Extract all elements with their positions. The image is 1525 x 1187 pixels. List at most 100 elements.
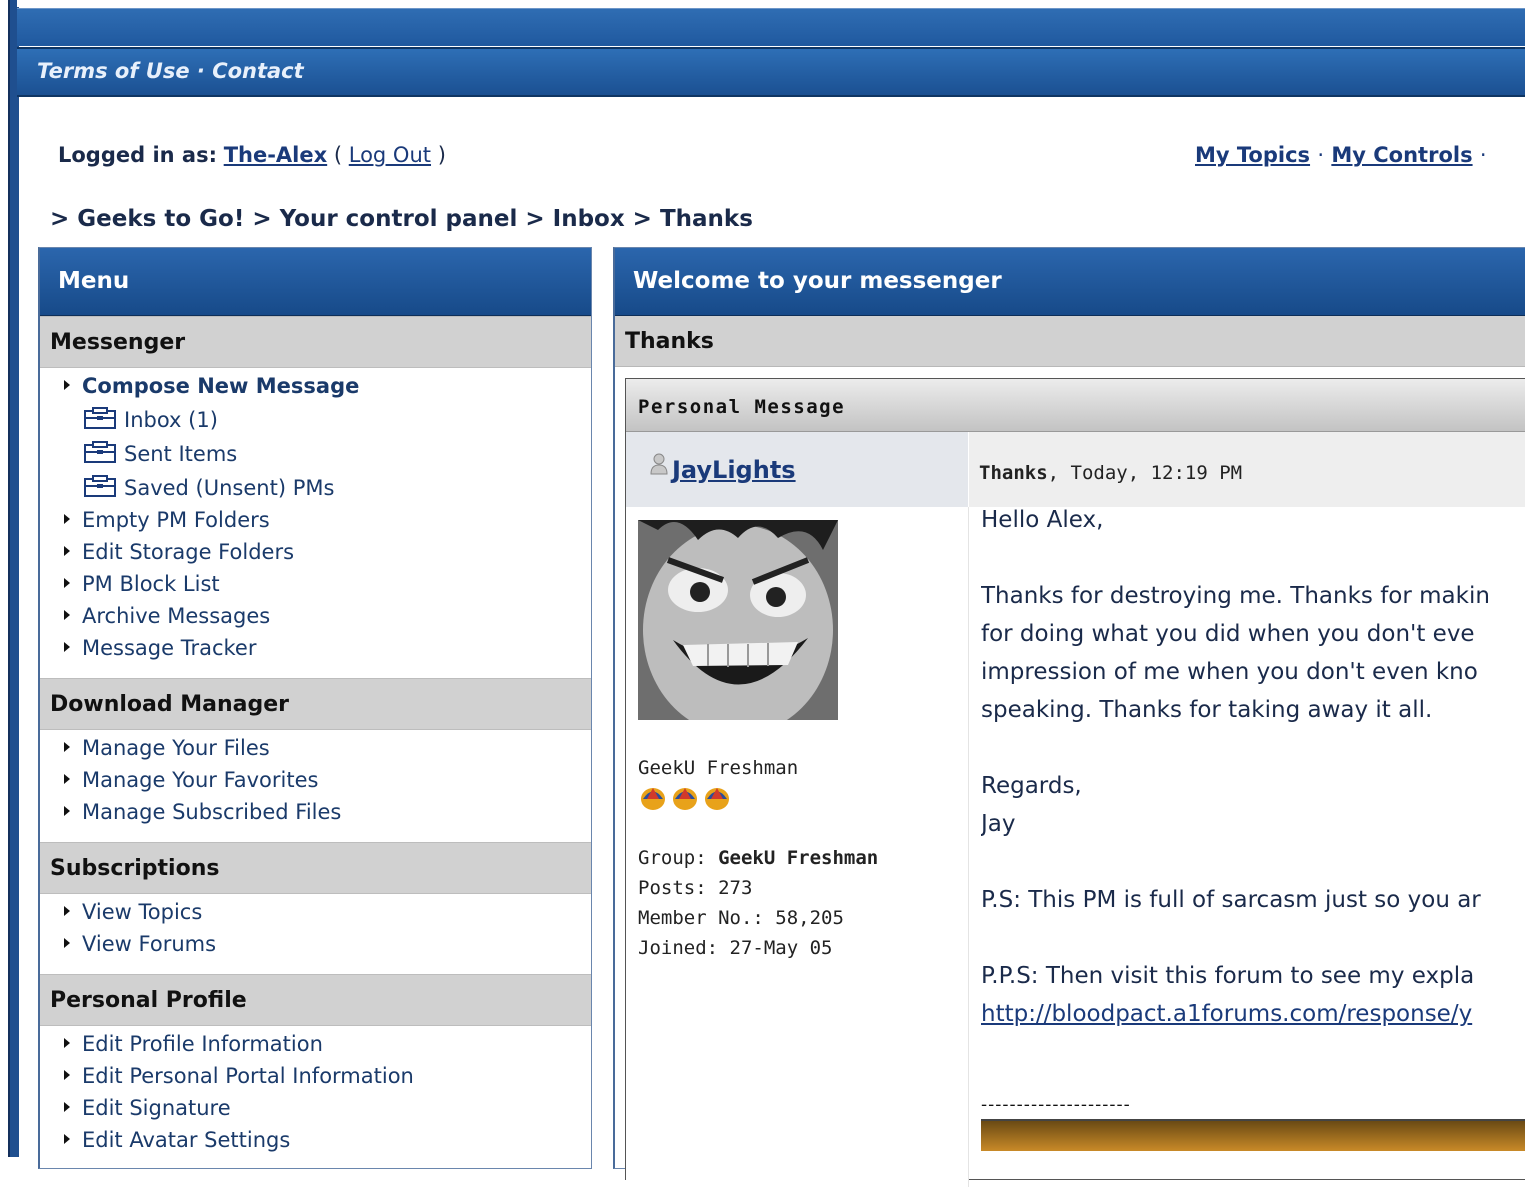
message-line: Regards, [981, 773, 1082, 799]
personal-message-title: Personal Message [638, 396, 846, 418]
pm-block-list-link[interactable]: PM Block List [64, 572, 220, 602]
folder-inbox[interactable]: Inbox (1) [84, 407, 218, 438]
my-topics-link[interactable]: My Topics [1195, 143, 1310, 167]
edit-avatar-link[interactable]: Edit Avatar Settings [64, 1128, 290, 1158]
profile-menu: Edit Profile Information Edit Personal P… [40, 1026, 591, 1166]
message-date: , Today, 12:19 PM [1047, 462, 1243, 484]
member-number: Member No.: 58,205 [638, 907, 844, 929]
signature-divider: --------------------- [981, 1095, 1131, 1115]
link-separator: · [1317, 143, 1325, 167]
manage-favorites-link[interactable]: Manage Your Favorites [64, 768, 318, 798]
message-line: Jay [981, 811, 1016, 837]
messenger-panel: Welcome to your messenger Thanks Persona… [613, 247, 1525, 1187]
message-line: P.S: This PM is full of sarcasm just so … [981, 887, 1481, 913]
edit-signature-link[interactable]: Edit Signature [64, 1096, 231, 1126]
view-topics-link[interactable]: View Topics [64, 900, 202, 930]
bullet-arrow-icon [64, 1102, 70, 1112]
bullet-arrow-icon [64, 1134, 70, 1144]
user-icon [650, 453, 668, 475]
message-line: speaking. Thanks for taking away it all. [981, 697, 1433, 723]
message-title: Thanks [979, 462, 1048, 484]
messenger-section-header: Messenger [40, 316, 591, 368]
header-band [17, 8, 1525, 46]
bullet-arrow-icon [64, 578, 70, 588]
top-banner-remnant [17, 0, 1525, 7]
bullet-arrow-icon [64, 642, 70, 652]
breadcrumb[interactable]: > Geeks to Go! > Your control panel > In… [50, 206, 753, 232]
member-posts: Posts: 273 [638, 877, 753, 899]
bullet-arrow-icon [64, 1070, 70, 1080]
personal-profile-section-header: Personal Profile [40, 974, 591, 1026]
view-forums-link[interactable]: View Forums [64, 932, 216, 962]
avatar-image [638, 520, 838, 720]
bullet-arrow-icon [64, 380, 70, 390]
folder-sent[interactable]: Sent Items [84, 441, 237, 472]
member-rank: GeekU Freshman [638, 757, 799, 779]
page-left-rail [8, 0, 19, 1157]
compose-message-link[interactable]: Compose New Message [64, 374, 359, 404]
message-line: P.P.S: Then visit this forum to see my e… [981, 963, 1475, 989]
bullet-arrow-icon [64, 742, 70, 752]
edit-portal-link[interactable]: Edit Personal Portal Information [64, 1064, 414, 1094]
user-links: My Topics · My Controls · [1195, 143, 1487, 167]
messenger-menu: Compose New Message Inbox (1) Sent Items… [40, 368, 591, 678]
terms-of-use-link[interactable]: Terms of Use [37, 59, 190, 83]
rank-pips-icon [641, 788, 729, 810]
empty-folders-link[interactable]: Empty PM Folders [64, 508, 270, 538]
messenger-header: Welcome to your messenger [615, 248, 1525, 316]
my-controls-link[interactable]: My Controls [1331, 143, 1472, 167]
message-date-cell: Thanks, Today, 12:19 PM [969, 432, 1525, 507]
bullet-arrow-icon [64, 806, 70, 816]
personal-message-header: Personal Message [626, 379, 1525, 432]
subscriptions-title: Subscriptions [50, 856, 220, 881]
member-joined: Joined: 27-May 05 [638, 937, 833, 959]
message-line: for doing what you did when you don't ev… [981, 621, 1475, 647]
subscriptions-menu: View Topics View Forums [40, 894, 591, 974]
message-tracker-link[interactable]: Message Tracker [64, 636, 256, 666]
edit-storage-folders-link[interactable]: Edit Storage Folders [64, 540, 294, 570]
author-cell: JayLights [626, 432, 969, 507]
messenger-title: Welcome to your messenger [633, 268, 1002, 294]
logged-in-status: Logged in as: The-Alex ( Log Out ) [58, 143, 446, 167]
message-line: Hello Alex, [981, 507, 1104, 533]
page-edge [0, 0, 8, 1157]
subscriptions-section-header: Subscriptions [40, 842, 591, 894]
footer-links-bar: Terms of Use · Contact [17, 47, 1525, 97]
username-link[interactable]: The-Alex [224, 143, 327, 167]
forum-link[interactable]: http://bloodpact.a1forums.com/response/y [981, 1001, 1472, 1027]
folder-icon [84, 407, 116, 429]
folder-saved[interactable]: Saved (Unsent) PMs [84, 475, 334, 506]
folder-icon [84, 441, 116, 463]
bullet-arrow-icon [64, 906, 70, 916]
author-link[interactable]: JayLights [650, 453, 796, 484]
message-line: impression of me when you don't even kno [981, 659, 1478, 685]
download-manager-section-header: Download Manager [40, 678, 591, 730]
download-manager-title: Download Manager [50, 692, 290, 717]
archive-messages-link[interactable]: Archive Messages [64, 604, 270, 634]
personal-profile-title: Personal Profile [50, 988, 247, 1013]
bullet-arrow-icon [64, 938, 70, 948]
edit-profile-link[interactable]: Edit Profile Information [64, 1032, 323, 1062]
logout-link[interactable]: Log Out [349, 143, 431, 167]
manage-files-link[interactable]: Manage Your Files [64, 736, 270, 766]
message-subject: Thanks [625, 329, 714, 354]
message-body: Hello Alex, Thanks for destroying me. Th… [981, 507, 1525, 1187]
bullet-arrow-icon [64, 1038, 70, 1048]
logged-in-label: Logged in as: [58, 143, 217, 167]
link-separator: · [1479, 143, 1487, 167]
menu-title: Menu [58, 268, 130, 294]
download-menu: Manage Your Files Manage Your Favorites … [40, 730, 591, 842]
menu-header: Menu [40, 248, 591, 316]
bullet-arrow-icon [64, 774, 70, 784]
bullet-arrow-icon [64, 514, 70, 524]
menu-panel: Menu Messenger Compose New Message Inbox… [38, 247, 592, 1169]
link-separator: · [189, 59, 213, 83]
manage-subscribed-files-link[interactable]: Manage Subscribed Files [64, 800, 341, 830]
signature-image [981, 1119, 1525, 1151]
author-avatar [638, 520, 838, 720]
member-group: Group: GeekU Freshman [638, 847, 879, 869]
bullet-arrow-icon [64, 610, 70, 620]
contact-link[interactable]: Contact [212, 59, 304, 83]
personal-message-box: Personal Message JayLights Thanks, Today… [625, 378, 1525, 1187]
bullet-arrow-icon [64, 546, 70, 556]
